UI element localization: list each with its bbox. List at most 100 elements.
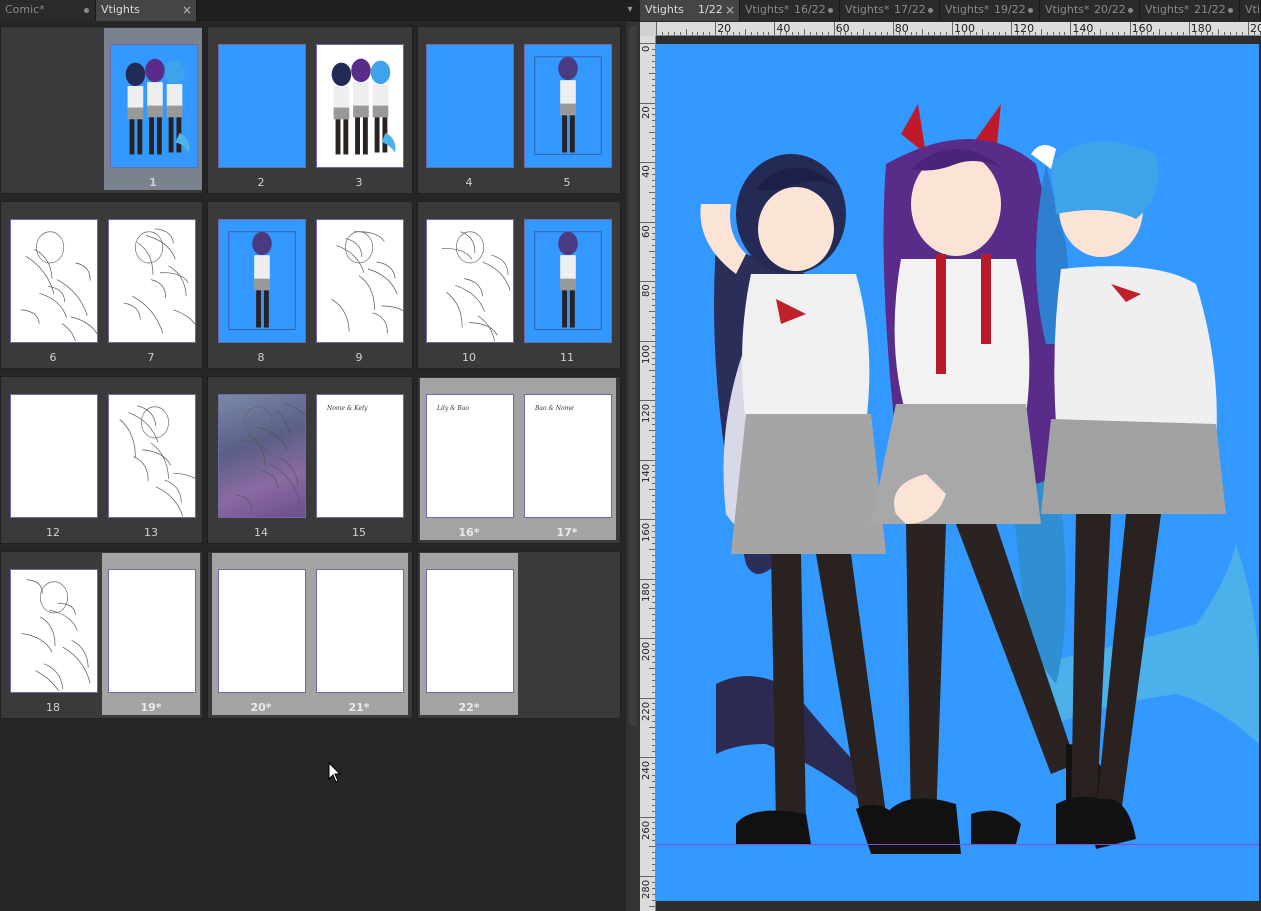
page-thumbnail[interactable]: 10 (420, 203, 518, 365)
tab-comic[interactable]: Comic* (0, 0, 96, 21)
page-thumbnail[interactable]: 3 (310, 28, 408, 190)
page-thumbnail[interactable]: 20* (212, 553, 310, 715)
page-thumbnail[interactable]: 1 (104, 28, 202, 190)
sketch-drawing (441, 231, 511, 342)
tab-page-index: 16/22 (794, 3, 826, 16)
page-preview (524, 44, 612, 168)
ruler-label: 140 (1072, 22, 1094, 35)
page-thumbnail[interactable]: 14 (212, 378, 310, 540)
page-number-label: 5 (563, 176, 571, 189)
ruler-tick (640, 102, 655, 104)
horizontal-ruler[interactable]: 20 40 60 80 100 120 140 160 180 200 (656, 22, 1261, 36)
ruler-tick (1165, 32, 1167, 35)
ruler-tick (1040, 29, 1042, 35)
ruler-tick (732, 32, 734, 35)
page-thumbnail[interactable]: 8 (212, 203, 310, 365)
page-thumbnail[interactable]: Lily & Bao 16* (420, 378, 518, 540)
page-thumbnail[interactable]: 13 (102, 378, 200, 540)
page-number-label: 11 (560, 351, 574, 364)
page-thumbnail[interactable]: 5 (518, 28, 616, 190)
page-thumbnail[interactable]: 21* (310, 553, 408, 715)
page-thumbnail[interactable]: 6 (4, 203, 102, 365)
ruler-tick (649, 548, 655, 550)
page-thumbnail[interactable]: Bao & Nome 17* (518, 378, 616, 540)
canvas-pane: Vtights 1/22 × Vtights* 16/22 Vtights* 17/22 Vt… (640, 0, 1261, 911)
sketch-drawing (331, 231, 403, 334)
document-tab[interactable]: Vti (1240, 0, 1261, 21)
ruler-tick (916, 32, 918, 35)
unsaved-dot-icon (84, 8, 89, 13)
unsaved-dot-icon (1028, 8, 1033, 13)
left-tab-bar: Comic* Vtights × ▾ (0, 0, 640, 21)
tab-page-index: 21/22 (1194, 3, 1226, 16)
ruler-tick (1153, 32, 1155, 35)
unsaved-dot-icon (1228, 8, 1233, 13)
page-preview (316, 44, 404, 168)
page-thumbnail-grid: 12 34 567 8 9 10 11 12 13 14 Nome & Kely 15 Lily… (0, 22, 626, 911)
scrollbar-thumb[interactable] (629, 26, 637, 726)
ruler-tick (1236, 32, 1238, 35)
page-thumbnail[interactable]: 7 (102, 203, 200, 365)
page-preview (108, 219, 196, 343)
page-number-label: 16* (458, 526, 480, 539)
chevron-down-icon[interactable]: ▾ (623, 2, 637, 18)
tab-page-index: 17/22 (894, 3, 926, 16)
ruler-label: 60 (835, 22, 850, 35)
document-tab[interactable]: Vtights* 19/22 (940, 0, 1040, 21)
ruler-tick (821, 32, 823, 35)
ruler-tick (922, 29, 924, 35)
page-thumbnail[interactable]: 12 (4, 378, 102, 540)
ruler-tick (709, 32, 711, 35)
ruler-tick (833, 22, 835, 35)
page-thumbnail[interactable]: 2 (212, 28, 310, 190)
page-thumbnail[interactable]: 4 (420, 28, 518, 190)
ruler-tick (809, 32, 811, 35)
tab-title: Vtights* (945, 3, 990, 16)
document-tab[interactable]: Vtights* 16/22 (740, 0, 840, 21)
page-thumbnail[interactable]: 9 (310, 203, 408, 365)
page-number-label: 1 (149, 176, 157, 189)
canvas-artwork[interactable] (656, 44, 1259, 901)
ruler-tick (649, 905, 655, 907)
ruler-tick (697, 32, 699, 35)
tab-page-index: 19/22 (994, 3, 1026, 16)
ruler-tick (649, 727, 655, 729)
sketch-drawing (21, 579, 91, 692)
close-icon[interactable]: × (182, 0, 192, 20)
document-tab[interactable]: Vtights 1/22 × (640, 0, 740, 21)
document-tab[interactable]: Vtights* 17/22 (840, 0, 940, 21)
vertical-ruler[interactable]: 0 20 40 60 80 100 120 140 160 180 200 220 240 260 280 (640, 36, 656, 911)
page-note: Nome & Kely (327, 405, 368, 412)
ruler-tick (981, 29, 983, 35)
document-tab[interactable]: Vtights* 21/22 (1140, 0, 1240, 21)
page-number-label: 14 (254, 526, 268, 539)
ruler-tick (640, 697, 655, 699)
ruler-label: 40 (776, 22, 791, 35)
vertical-scrollbar[interactable] (626, 22, 640, 911)
page-number-label: 9 (355, 351, 363, 364)
ruler-label: 80 (641, 284, 652, 297)
ruler-label: 180 (1190, 22, 1212, 35)
page-thumbnail[interactable]: 22* (420, 553, 518, 715)
close-icon[interactable]: × (725, 0, 735, 20)
page-preview (110, 44, 198, 168)
unsaved-dot-icon (1128, 8, 1133, 13)
page-thumbnail[interactable]: 19* (102, 553, 200, 715)
sketch-drawing (123, 228, 195, 334)
ruler-tick (863, 29, 865, 35)
page-preview: Nome & Kely (316, 394, 404, 518)
canvas-area[interactable] (656, 37, 1261, 911)
ruler-tick (1182, 32, 1184, 35)
ruler-tick (691, 32, 693, 35)
ruler-tick (869, 32, 871, 35)
page-thumbnail[interactable]: Nome & Kely 15 (310, 378, 408, 540)
page-thumbnail[interactable]: 11 (518, 203, 616, 365)
page-boundary-guide (656, 844, 1259, 845)
ruler-tick (649, 310, 655, 312)
ruler-label: 180 (641, 582, 652, 602)
document-tab[interactable]: Vtights* 20/22 (1040, 0, 1140, 21)
tab-vtights[interactable]: Vtights × (96, 0, 197, 21)
page-thumbnail[interactable]: 18 (4, 553, 102, 715)
ruler-label: 220 (641, 701, 652, 721)
ruler-tick (792, 32, 794, 35)
